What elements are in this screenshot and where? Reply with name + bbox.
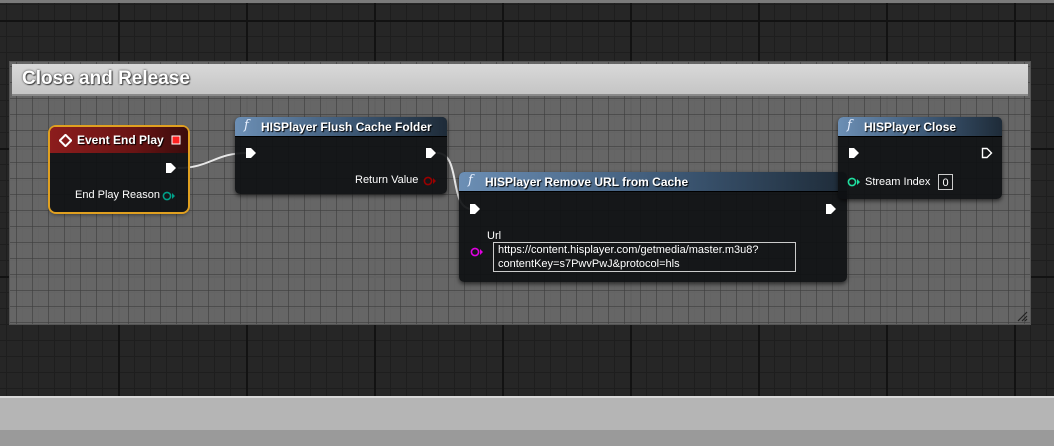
exec-out-pin-icon[interactable]	[425, 147, 437, 159]
bottom-comment-body[interactable]	[0, 430, 1054, 446]
graph-top-border	[0, 0, 1054, 3]
flush-cache-header[interactable]: f HISPlayer Flush Cache Folder	[235, 117, 447, 137]
remove-url-header[interactable]: f HISPlayer Remove URL from Cache	[459, 172, 847, 192]
remove-url-node[interactable]: f HISPlayer Remove URL from Cache Url ht…	[459, 172, 847, 282]
exec-in-pin-icon[interactable]	[848, 147, 860, 159]
int-pin-icon[interactable]	[847, 177, 861, 187]
exec-in-pin-icon[interactable]	[469, 203, 481, 215]
delegate-pin-icon[interactable]	[171, 135, 181, 145]
comment-title[interactable]: Close and Release	[22, 68, 190, 90]
event-diamond-icon	[59, 134, 72, 147]
bottom-comment-header[interactable]	[0, 396, 1054, 432]
stream-index-input[interactable]: 0	[938, 174, 953, 190]
enum-pin-icon[interactable]	[162, 191, 176, 201]
resize-grip-icon[interactable]	[1016, 310, 1028, 322]
event-end-play-title: Event End Play	[77, 133, 164, 147]
close-node[interactable]: f HISPlayer Close Stream Index 0	[838, 117, 1002, 199]
function-icon: f	[244, 118, 249, 133]
url-input[interactable]: https://content.hisplayer.com/getmedia/m…	[493, 242, 796, 272]
comment-header[interactable]: Close and Release	[12, 64, 1028, 96]
flush-cache-node[interactable]: f HISPlayer Flush Cache Folder Return Va…	[235, 117, 447, 194]
function-icon: f	[468, 173, 473, 188]
url-value-line2: contentKey=s7PwvPwJ&protocol=hls	[498, 258, 680, 270]
exec-out-pin-empty-icon[interactable]	[981, 147, 993, 159]
url-value-line1: https://content.hisplayer.com/getmedia/m…	[498, 244, 759, 256]
flush-cache-title: HISPlayer Flush Cache Folder	[261, 120, 432, 134]
event-end-play-header[interactable]: Event End Play	[50, 127, 188, 153]
url-pin-label: Url	[487, 230, 502, 242]
exec-in-pin-icon[interactable]	[245, 147, 257, 159]
close-title: HISPlayer Close	[864, 120, 957, 134]
stream-index-label: Stream Index	[865, 176, 931, 188]
end-play-reason-label: End Play Reason	[75, 189, 160, 201]
remove-url-title: HISPlayer Remove URL from Cache	[485, 175, 689, 189]
event-end-play-node[interactable]: Event End Play End Play Reason	[50, 127, 188, 212]
function-icon: f	[847, 118, 852, 133]
close-header[interactable]: f HISPlayer Close	[838, 117, 1002, 137]
exec-out-pin-icon[interactable]	[825, 203, 837, 215]
string-pin-icon[interactable]	[470, 247, 484, 257]
exec-out-pin-icon[interactable]	[165, 162, 177, 174]
bool-pin-icon[interactable]	[423, 176, 437, 186]
return-value-label: Return Value	[355, 174, 419, 186]
